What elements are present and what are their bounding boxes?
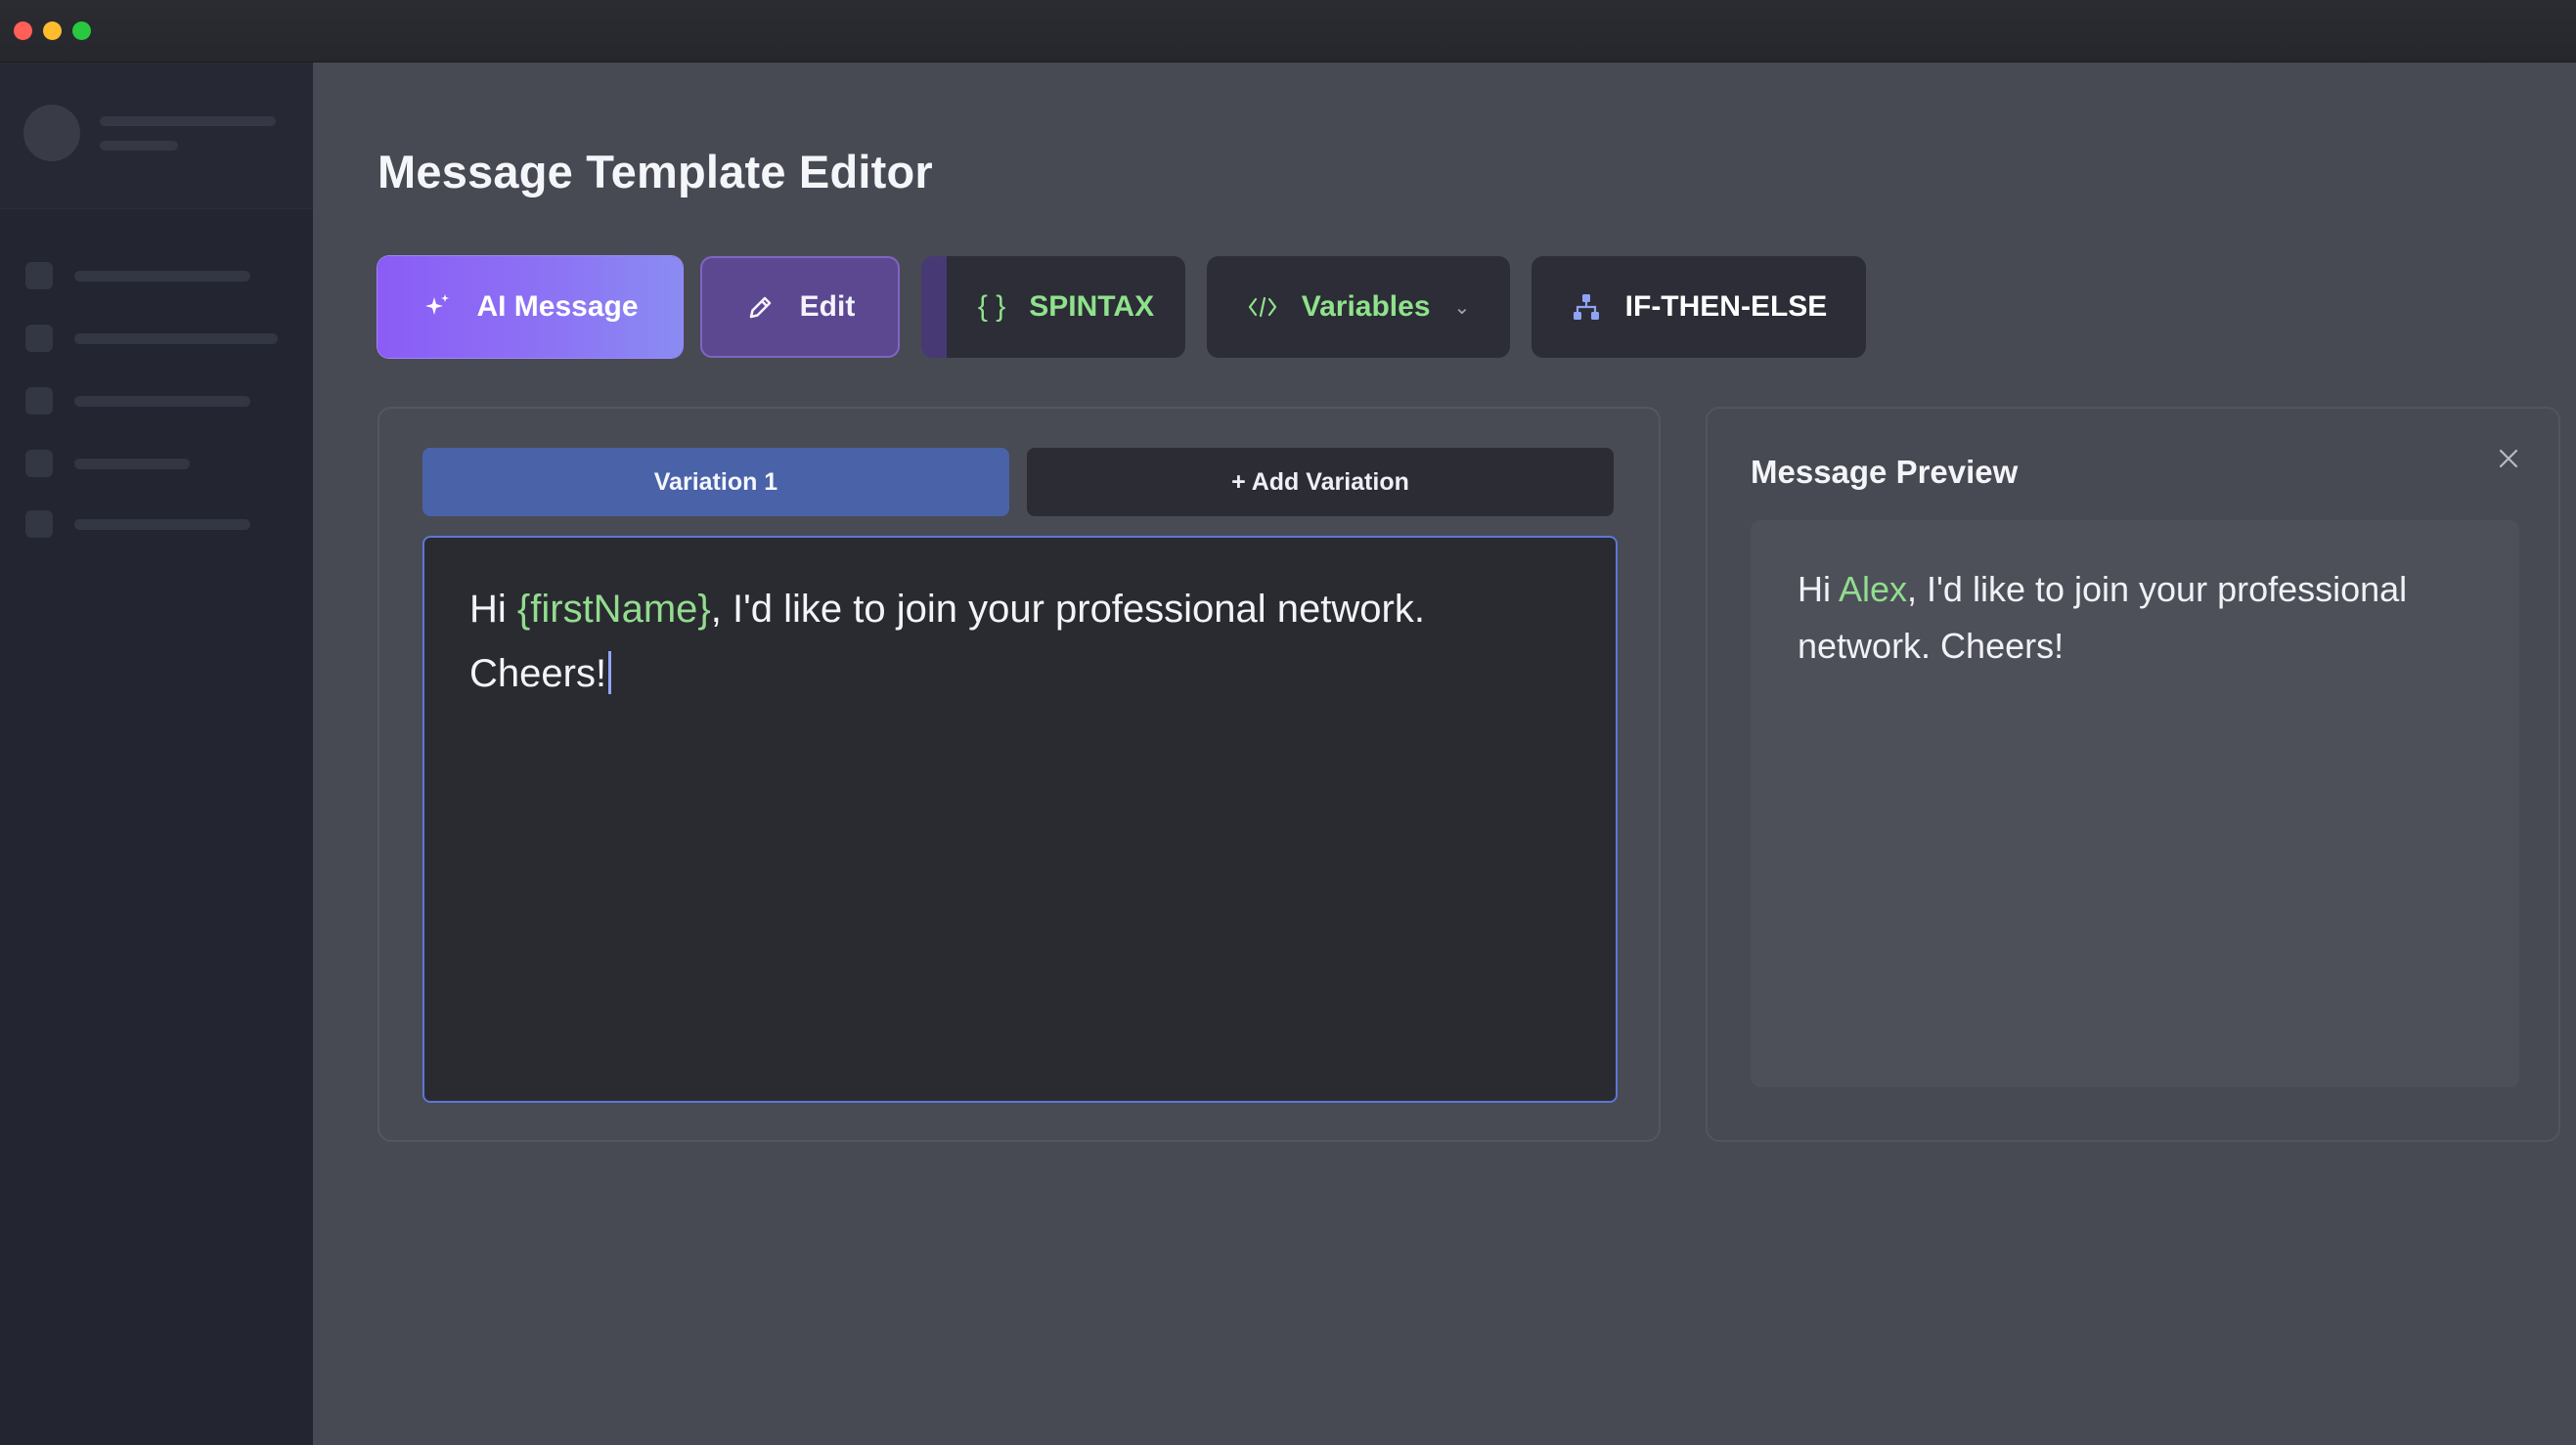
minimize-window-button[interactable] [43, 22, 62, 40]
page-title: Message Template Editor [378, 146, 933, 197]
preview-title: Message Preview [1751, 454, 2019, 490]
preview-line1-rest: , I'd like to join your professional [1907, 569, 2408, 609]
sidebar-item-placeholder[interactable] [25, 448, 289, 477]
close-icon [2499, 449, 2518, 468]
ai-message-button[interactable]: AI Message [378, 256, 683, 358]
sidebar-item-placeholder[interactable] [25, 385, 289, 415]
app-window: Message Template Editor AI Message Edit … [0, 0, 2576, 1445]
message-prefix: Hi [469, 588, 517, 631]
profile-subtitle-placeholder [100, 141, 178, 151]
tab-variation-1[interactable]: Variation 1 [422, 448, 1009, 516]
preview-message: Hi Alex, I'd like to join your professio… [1751, 520, 2519, 1087]
variables-label: Variables [1301, 290, 1431, 323]
first-name-variable: {firstName} [516, 588, 711, 631]
text-cursor [608, 651, 612, 694]
preview-prefix: Hi [1798, 569, 1840, 609]
close-window-button[interactable] [14, 22, 32, 40]
sidebar [0, 63, 313, 1445]
message-line2: Cheers! [469, 652, 607, 695]
close-preview-button[interactable] [2494, 444, 2523, 473]
profile-name-placeholder [100, 116, 276, 126]
add-variation-button[interactable]: + Add Variation [1027, 448, 1614, 516]
sparkles-icon [422, 291, 453, 323]
sidebar-item-placeholder[interactable] [25, 508, 289, 538]
if-then-else-button[interactable]: IF-THEN-ELSE [1532, 256, 1866, 358]
editor-panel: Variation 1 + Add Variation Hi {firstNam… [378, 407, 1661, 1142]
spintax-button[interactable]: { } SPINTAX [921, 256, 1185, 358]
main-content: Message Template Editor AI Message Edit … [313, 63, 2576, 1445]
branch-icon [1571, 291, 1602, 323]
zoom-window-button[interactable] [72, 22, 91, 40]
message-editor[interactable]: Hi {firstName}, I'd like to join your pr… [422, 536, 1618, 1103]
preview-name: Alex [1839, 569, 1908, 609]
edit-button[interactable]: Edit [700, 256, 900, 358]
message-line1-rest: , I'd like to join your professional net… [710, 588, 1425, 631]
if-then-else-label: IF-THEN-ELSE [1624, 290, 1828, 323]
avatar [23, 105, 80, 161]
sidebar-item-placeholder[interactable] [25, 323, 289, 352]
title-bar [0, 0, 2576, 63]
pencil-icon [745, 291, 777, 323]
curly-braces-icon: { } [977, 290, 1006, 323]
variables-dropdown[interactable]: Variables ⌄ [1207, 256, 1510, 358]
message-preview-panel: Message Preview Hi Alex, I'd like to joi… [1706, 407, 2560, 1142]
code-icon [1247, 293, 1278, 321]
ai-message-label: AI Message [476, 290, 639, 323]
preview-line2: network. Cheers! [1798, 626, 2065, 666]
spintax-label: SPINTAX [1029, 290, 1155, 323]
sidebar-item-placeholder[interactable] [25, 260, 289, 289]
edit-label: Edit [799, 290, 856, 323]
chevron-down-icon: ⌄ [1453, 296, 1471, 319]
sidebar-profile [0, 63, 313, 209]
